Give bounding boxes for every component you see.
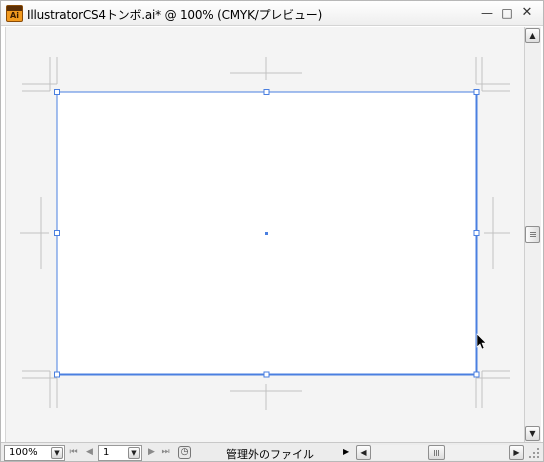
illustrator-app-icon: Ai: [6, 5, 23, 22]
handle-bottom-right: [473, 371, 480, 378]
zoom-dropdown[interactable]: 100% ▼: [4, 445, 65, 461]
version-cue-icon: ◷: [178, 446, 191, 459]
scroll-down-button[interactable]: ▼: [525, 426, 540, 441]
handle-top-center: [263, 89, 270, 95]
handle-middle-left: [54, 230, 60, 236]
status-menu[interactable]: ◷ 管理外のファイル ▶: [176, 445, 354, 461]
app-icon-label: Ai: [10, 11, 19, 20]
zoom-value: 100%: [9, 447, 38, 458]
vertical-scroll-thumb[interactable]: [525, 226, 540, 243]
status-text: 管理外のファイル: [226, 448, 314, 461]
chevron-down-icon[interactable]: ▼: [128, 447, 140, 459]
scroll-left-button[interactable]: ◀: [356, 445, 371, 460]
handle-top-left: [54, 89, 60, 95]
handle-middle-right: [473, 230, 480, 236]
scroll-right-button[interactable]: ▶: [509, 445, 524, 460]
next-artboard-button[interactable]: ▶: [147, 446, 156, 459]
vertical-scrollbar[interactable]: ▲ ▼: [524, 27, 541, 442]
minimize-button[interactable]: —: [479, 5, 495, 21]
handle-bottom-center: [263, 371, 270, 378]
mouse-pointer-icon: [476, 333, 487, 350]
artboard-number: 1: [103, 447, 110, 458]
window-title: IllustratorCS4トンボ.ai* @ 100% (CMYK/プレビュー…: [27, 8, 323, 22]
status-menu-arrow-icon[interactable]: ▶: [343, 447, 349, 456]
document-canvas[interactable]: [5, 27, 524, 442]
handle-bottom-left: [54, 371, 60, 378]
last-artboard-button[interactable]: ⏭: [161, 446, 170, 459]
previous-artboard-button[interactable]: ◀: [85, 446, 94, 459]
title-bar[interactable]: Ai IllustratorCS4トンボ.ai* @ 100% (CMYK/プレ…: [1, 1, 543, 26]
scroll-up-button[interactable]: ▲: [525, 28, 540, 43]
first-artboard-button[interactable]: ⏮: [69, 446, 78, 459]
horizontal-scrollbar[interactable]: ◀ ▶: [356, 445, 525, 460]
close-button[interactable]: ✕: [519, 5, 535, 21]
handle-top-right: [473, 89, 480, 95]
artboard-dropdown[interactable]: 1 ▼: [98, 445, 142, 461]
center-point: [265, 232, 268, 235]
artwork-svg: [20, 57, 510, 410]
chevron-down-icon[interactable]: ▼: [51, 447, 63, 459]
resize-grip-icon[interactable]: [527, 446, 541, 460]
document-window: Ai IllustratorCS4トンボ.ai* @ 100% (CMYK/プレ…: [0, 0, 544, 462]
status-bar: 100% ▼ ⏮ ◀ 1 ▼ ▶ ⏭ ◷ 管理外のファイル ▶ ◀ ▶: [1, 442, 543, 461]
horizontal-scroll-thumb[interactable]: [428, 445, 445, 460]
maximize-button[interactable]: □: [499, 5, 515, 21]
